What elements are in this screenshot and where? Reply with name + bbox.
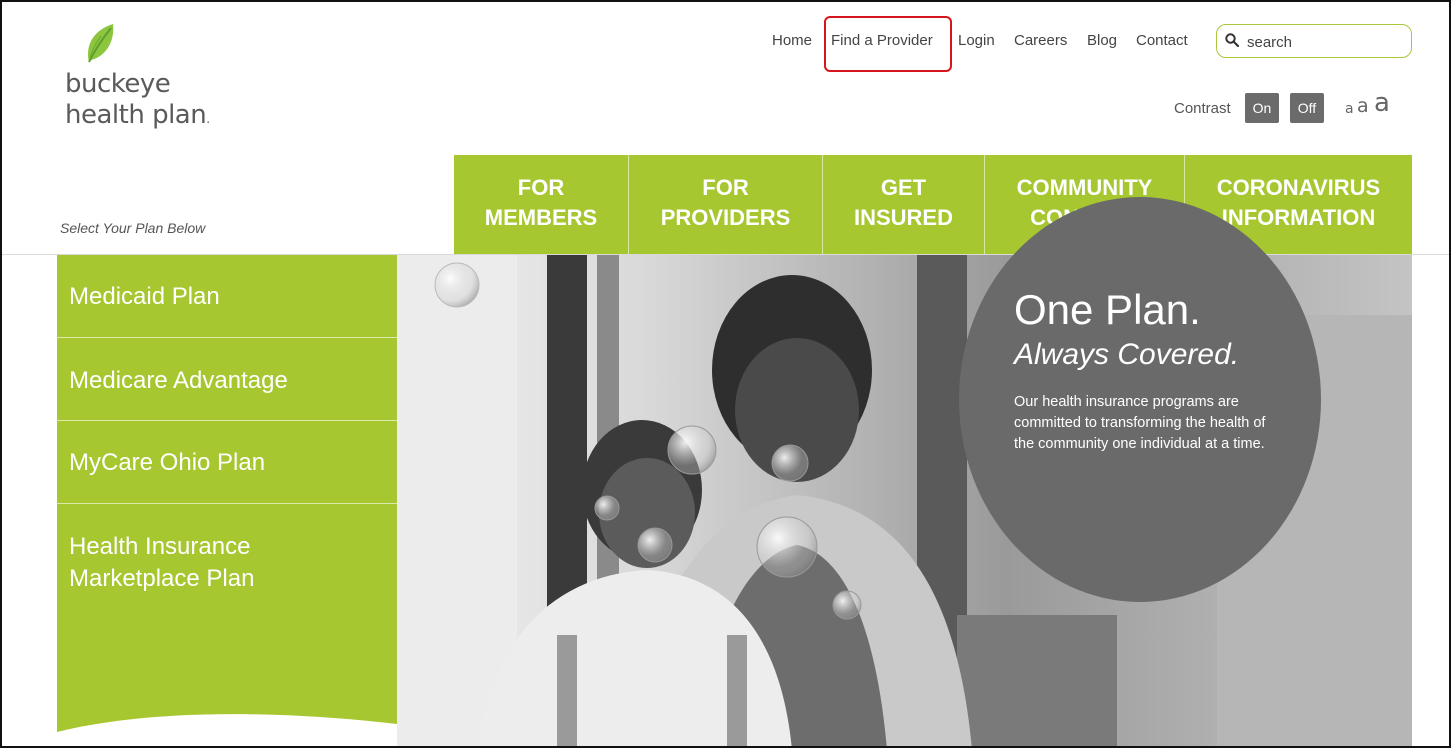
nav-contact[interactable]: Contact <box>1136 32 1188 49</box>
buckeye-logo[interactable]: buckeye health plan <box>57 22 237 142</box>
hero-subheading: Always Covered. <box>1014 338 1240 371</box>
contrast-label: Contrast <box>1174 100 1231 117</box>
sidebar-divider <box>57 503 397 504</box>
nav-careers[interactable]: Careers <box>1014 32 1067 49</box>
logo-text-health-plan: health plan <box>65 102 210 128</box>
plan-sidebar: Medicaid Plan Medicare Advantage MyCare … <box>57 255 397 746</box>
sidebar-item-medicare-advantage[interactable]: Medicare Advantage <box>57 365 397 397</box>
main-nav-label-line2: PROVIDERS <box>660 205 791 230</box>
search-icon <box>1225 33 1239 47</box>
sidebar-item-label: Medicaid Plan <box>69 283 220 310</box>
browser-viewport: buckeye health plan Home Find a Provider… <box>0 0 1451 748</box>
main-nav-for-members[interactable]: FOR MEMBERS <box>454 155 628 255</box>
main-nav-label-line1: GET <box>880 175 927 200</box>
font-size-small-button[interactable]: a <box>1345 102 1354 116</box>
main-nav-label-line2: INSURED <box>853 205 953 230</box>
contrast-on-button[interactable]: On <box>1245 93 1279 123</box>
font-size-large-button[interactable]: a <box>1374 90 1390 116</box>
sidebar-divider <box>57 337 397 338</box>
sidebar-item-label: Medicare Advantage <box>69 367 288 394</box>
main-nav-label-line1: CORONAVIRUS <box>1216 175 1381 200</box>
hero-body-text: Our health insurance programs are commit… <box>1014 394 1266 452</box>
sidebar-item-label: Marketplace Plan <box>69 565 255 592</box>
logo-text-buckeye: buckeye <box>65 69 171 99</box>
nav-login[interactable]: Login <box>958 32 995 49</box>
sidebar-item-label: MyCare Ohio Plan <box>69 449 266 476</box>
sidebar-wave-decoration <box>57 714 397 746</box>
search-input[interactable] <box>1245 30 1409 54</box>
leaf-icon <box>88 24 114 63</box>
nav-home[interactable]: Home <box>772 32 812 49</box>
main-nav-label-line2: MEMBERS <box>484 205 598 230</box>
find-a-provider-highlight <box>824 16 952 72</box>
select-plan-label: Select Your Plan Below <box>60 220 206 236</box>
main-nav-for-providers[interactable]: FOR PROVIDERS <box>629 155 822 255</box>
main-nav-label-line1: FOR <box>702 175 749 200</box>
nav-blog[interactable]: Blog <box>1087 32 1117 49</box>
search-box[interactable] <box>1216 24 1412 58</box>
sidebar-divider <box>57 420 397 421</box>
hero-heading: One Plan. <box>1014 286 1201 333</box>
main-nav: FOR MEMBERS FOR PROVIDERS GET INSURED CO… <box>454 155 1412 255</box>
sidebar-item-mycare-ohio-plan[interactable]: MyCare Ohio Plan <box>57 447 397 479</box>
main-nav-get-insured[interactable]: GET INSURED <box>823 155 984 255</box>
font-size-medium-button[interactable]: a <box>1357 97 1369 116</box>
main-nav-label-line1: FOR <box>517 175 565 200</box>
contrast-off-button[interactable]: Off <box>1290 93 1324 123</box>
sidebar-item-label: Health Insurance <box>69 533 251 560</box>
sidebar-item-health-insurance-marketplace[interactable]: Health Insurance Marketplace Plan <box>57 531 397 595</box>
sidebar-item-medicaid-plan[interactable]: Medicaid Plan <box>57 281 397 313</box>
